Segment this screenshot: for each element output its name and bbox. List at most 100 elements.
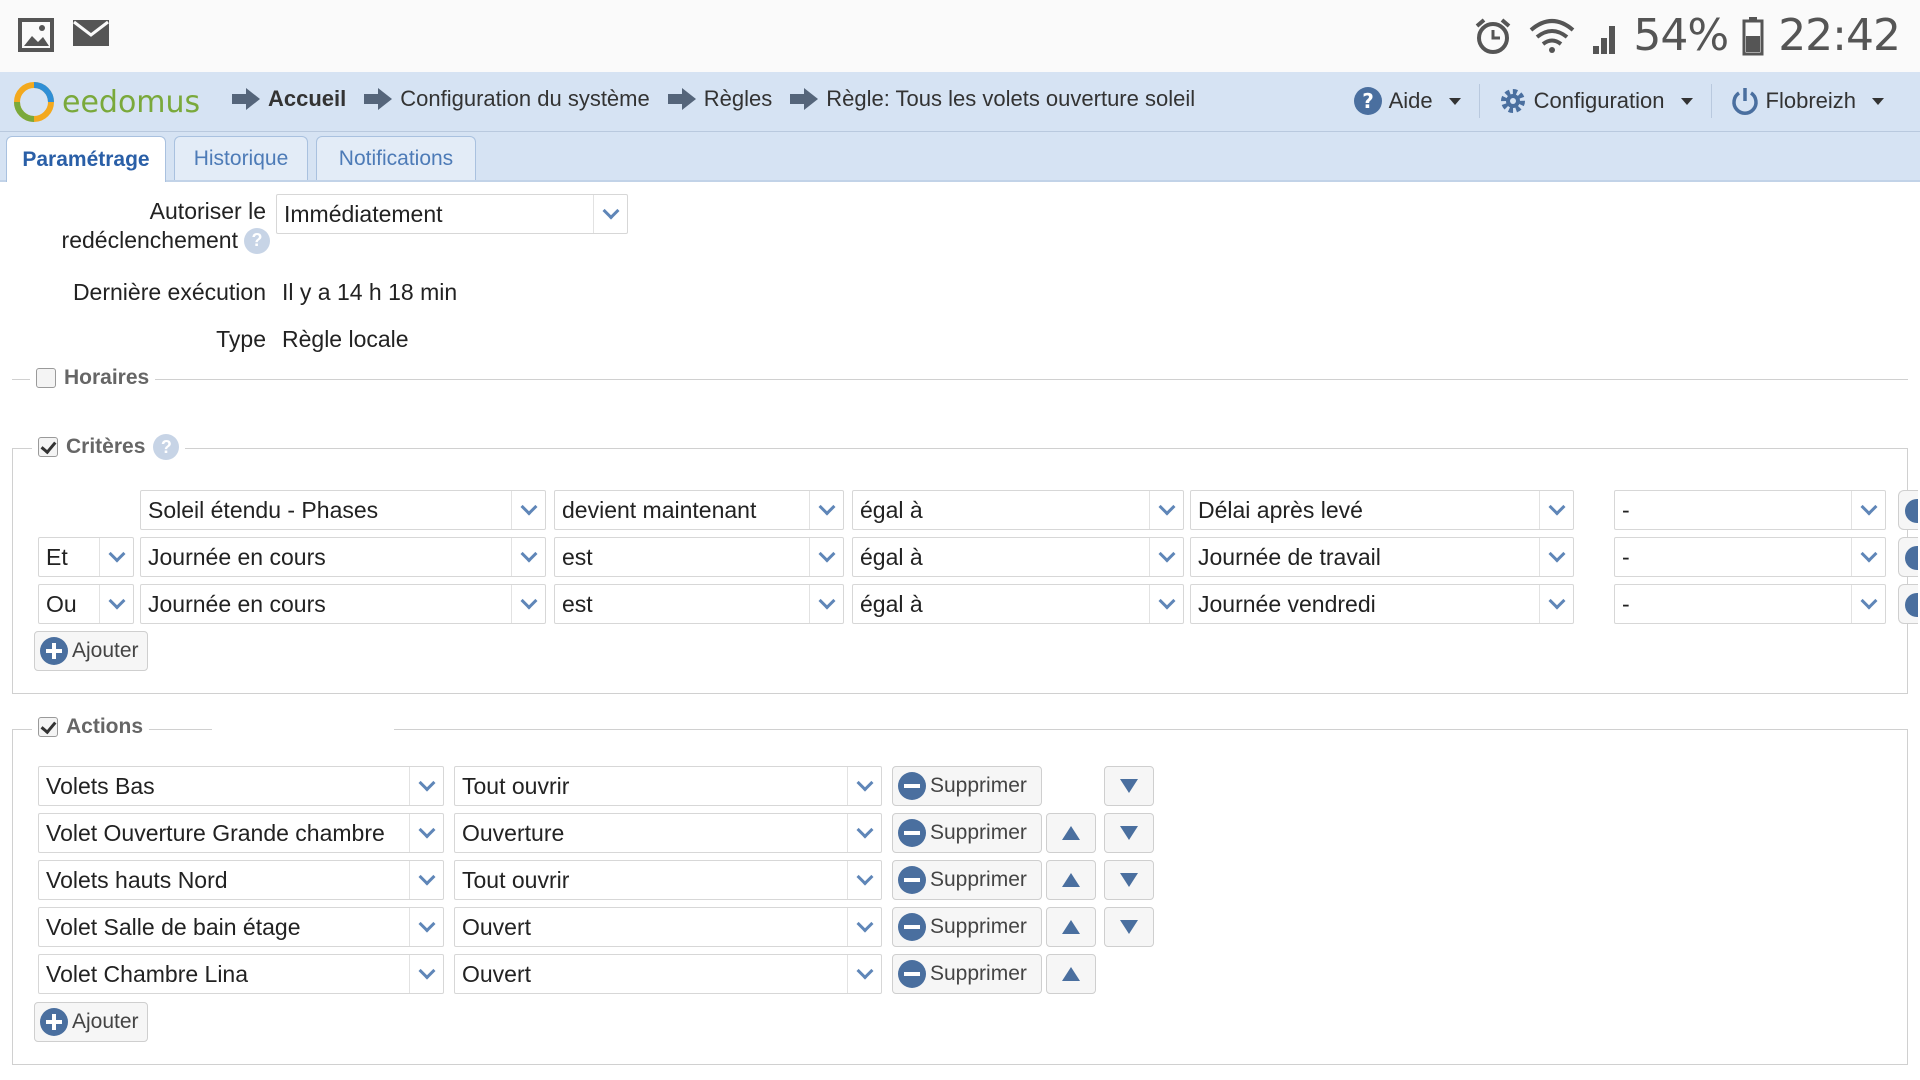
chevron-down-icon [1860,545,1877,563]
criteres-checkbox[interactable] [38,437,58,457]
triangle-down-icon [1120,779,1138,793]
criteria-value-select[interactable]: Journée de travail [1190,537,1574,577]
logo[interactable]: eedomus [12,80,200,124]
delete-action-button[interactable]: Supprimer [892,766,1042,806]
criteria-extra-select[interactable]: - [1614,490,1886,530]
add-criteria-button[interactable]: Ajouter [34,631,148,671]
criteres-legend[interactable]: Critères ? [32,434,186,460]
criteria-operator-select[interactable]: Et [38,537,134,577]
retrigger-select[interactable]: Immédiatement [276,194,628,234]
criteria-comparator-select[interactable]: égal à [852,537,1184,577]
battery-percent: 54% [1633,10,1729,61]
tab-notifications[interactable]: Notifications [316,136,476,180]
chevron-down-icon [1158,592,1175,610]
action-device-select[interactable]: Volets Bas [38,766,444,806]
delete-action-button[interactable]: Supprimer [892,813,1042,853]
delete-action-button[interactable]: Supprimer [892,907,1042,947]
plus-icon [40,637,68,665]
triangle-down-icon [1120,920,1138,934]
delete-action-button[interactable]: Supprimer [892,954,1042,994]
add-action-button[interactable]: Ajouter [34,1002,148,1042]
logo-text: eedomus [62,84,201,120]
action-value-select[interactable]: Ouvert [454,954,882,994]
help-menu[interactable]: ? Aide [1335,84,1479,118]
actions-legend[interactable]: Actions [32,715,150,739]
horaires-checkbox[interactable] [36,368,56,388]
arrow-right-icon [667,88,696,110]
move-up-button[interactable] [1046,860,1096,900]
chevron-down-icon [520,592,537,610]
criteria-device-select[interactable]: Journée en cours [140,537,546,577]
criteria-delete-button[interactable] [1898,537,1918,577]
retrigger-label: Autoriser le [149,198,266,224]
move-up-button[interactable] [1046,813,1096,853]
chevron-down-icon [418,962,435,980]
triangle-down-icon [1120,873,1138,887]
horaires-divider [12,379,1908,380]
horaires-legend[interactable]: Horaires [30,366,156,390]
configuration-menu[interactable]: Configuration [1478,84,1711,118]
action-device-select[interactable]: Volet Ouverture Grande chambre [38,813,444,853]
criteria-extra-select[interactable]: - [1614,537,1886,577]
user-menu[interactable]: Flobreizh [1710,84,1902,118]
tab-parametrage[interactable]: Paramétrage [6,136,166,182]
last-exec-value: Il y a 14 h 18 min [282,279,458,305]
move-up-button[interactable] [1046,907,1096,947]
criteria-condition-select[interactable]: devient maintenant [554,490,844,530]
help-icon[interactable]: ? [244,227,270,254]
help-icon[interactable]: ? [153,434,180,460]
type-value: Règle locale [282,326,409,352]
minus-icon [898,819,926,847]
last-exec-label: Dernière exécution [72,279,266,305]
svg-text:?: ? [1362,89,1374,113]
move-down-button[interactable] [1104,860,1154,900]
gear-icon [1500,89,1525,113]
chevron-down-icon [418,915,435,933]
plus-icon [40,1008,68,1036]
criteria-extra-select[interactable]: - [1614,584,1886,624]
criteria-comparator-select[interactable]: égal à [852,584,1184,624]
chevron-down-icon [856,915,873,933]
chevron-down-icon [1548,545,1565,563]
move-down-button[interactable] [1104,766,1154,806]
breadcrumb-current-rule: Règle: Tous les volets ouverture soleil [790,86,1195,112]
chevron-down-icon [856,868,873,886]
move-down-button[interactable] [1104,813,1154,853]
action-value-select[interactable]: Tout ouvrir [454,860,882,900]
criteria-delete-button[interactable] [1898,490,1918,530]
actions-checkbox[interactable] [38,717,58,737]
signal-icon [1593,25,1616,54]
breadcrumb-regles[interactable]: Règles [667,86,772,112]
breadcrumb-configuration[interactable]: Configuration du système [364,86,650,112]
action-value-select[interactable]: Tout ouvrir [454,766,882,806]
action-device-select[interactable]: Volets hauts Nord [38,860,444,900]
criteria-condition-select[interactable]: est [554,537,844,577]
triangle-up-icon [1062,920,1080,934]
criteria-device-select[interactable]: Soleil étendu - Phases [140,490,546,530]
mail-icon [73,20,109,46]
criteria-value-select[interactable]: Délai après levé [1190,490,1574,530]
action-device-select[interactable]: Volet Chambre Lina [38,954,444,994]
chevron-down-icon [1158,498,1175,516]
move-down-button[interactable] [1104,907,1154,947]
criteria-condition-select[interactable]: est [554,584,844,624]
breadcrumb: Accueil Configuration du système Règles … [232,86,1213,112]
criteria-comparator-select[interactable]: égal à [852,490,1184,530]
chevron-down-icon [418,774,435,792]
tab-historique[interactable]: Historique [174,136,308,180]
chevron-down-icon [418,868,435,886]
move-up-button[interactable] [1046,954,1096,994]
criteria-value-select[interactable]: Journée vendredi [1190,584,1574,624]
criteria-delete-button[interactable] [1898,584,1918,624]
action-value-select[interactable]: Ouvert [454,907,882,947]
eedomus-logo-icon [14,82,54,122]
delete-action-button[interactable]: Supprimer [892,860,1042,900]
action-value-select[interactable]: Ouverture [454,813,882,853]
help-icon: ? [1353,87,1382,115]
status-bar: 54% 22:42 [0,0,1920,72]
criteria-device-select[interactable]: Journée en cours [140,584,546,624]
criteria-operator-select[interactable]: Ou [38,584,134,624]
breadcrumb-accueil[interactable]: Accueil [232,86,346,112]
action-device-select[interactable]: Volet Salle de bain étage [38,907,444,947]
minus-icon [898,866,926,894]
